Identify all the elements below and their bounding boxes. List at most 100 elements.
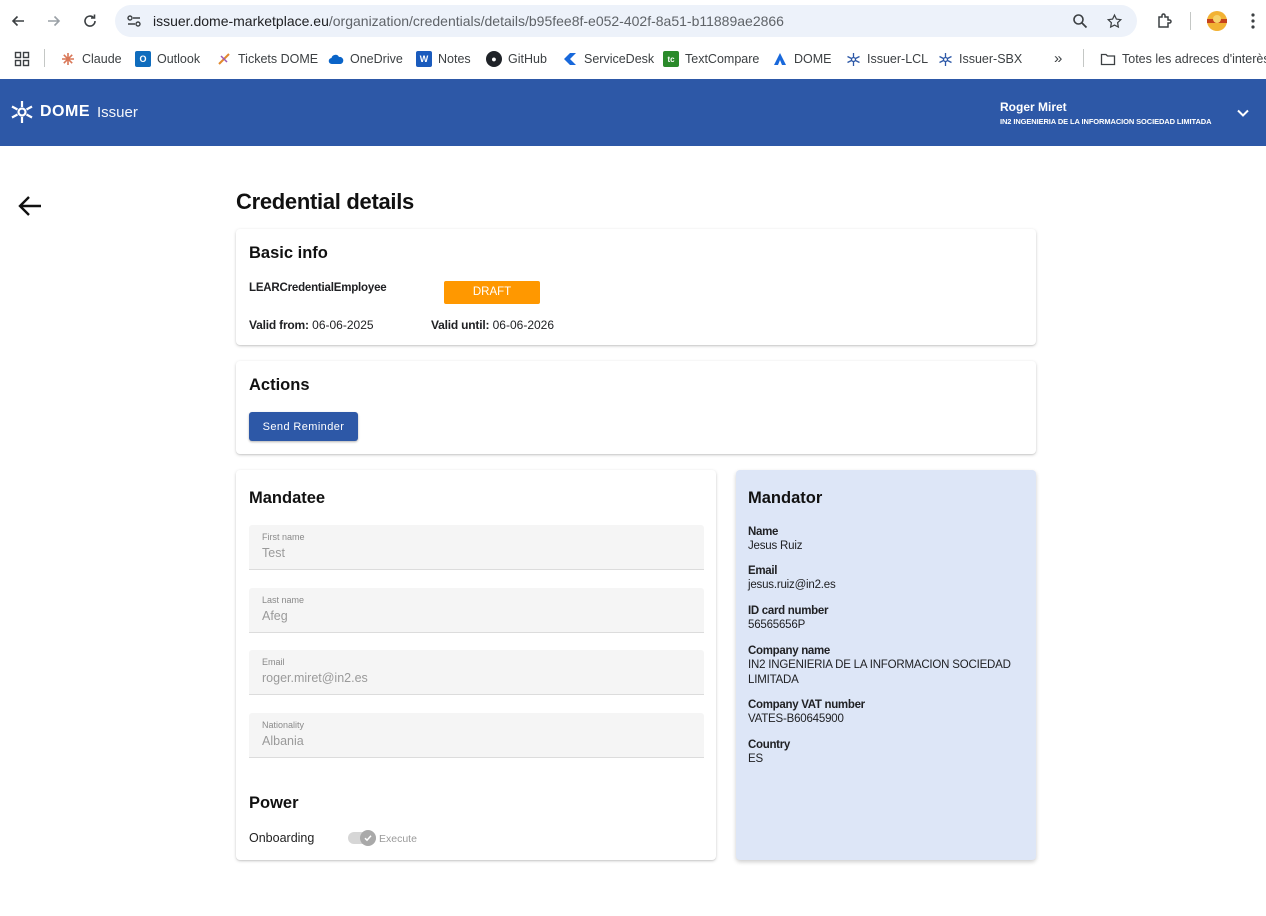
chevron-down-icon[interactable] bbox=[1236, 105, 1250, 123]
back-nav-icon[interactable] bbox=[6, 9, 30, 33]
bookmark-textcompare[interactable]: tc TextCompare bbox=[663, 50, 759, 68]
email-field[interactable]: Email roger.miret@in2.es bbox=[249, 650, 704, 695]
execute-toggle[interactable] bbox=[348, 830, 376, 846]
folder-icon bbox=[1100, 51, 1116, 67]
textcompare-icon: tc bbox=[663, 51, 679, 67]
user-name: Roger Miret bbox=[1000, 100, 1067, 114]
field-label: First name bbox=[262, 532, 305, 542]
user-organization: IN2 INGENIERIA DE LA INFORMACION SOCIEDA… bbox=[1000, 117, 1212, 126]
browser-toolbar: issuer.dome-marketplace.eu/organization/… bbox=[0, 0, 1266, 42]
address-bar[interactable]: issuer.dome-marketplace.eu/organization/… bbox=[115, 5, 1137, 37]
site-settings-icon[interactable] bbox=[125, 12, 143, 35]
extensions-icon[interactable] bbox=[1153, 9, 1177, 33]
valid-from: Valid from: 06-06-2025 bbox=[249, 318, 374, 332]
send-reminder-button[interactable]: Send Reminder bbox=[249, 412, 358, 441]
field-label: Last name bbox=[262, 595, 305, 605]
servicedesk-icon bbox=[562, 51, 578, 67]
more-bookmarks-button[interactable]: » bbox=[1054, 49, 1062, 67]
forward-nav-icon[interactable] bbox=[42, 9, 66, 33]
tickets-icon bbox=[216, 51, 232, 67]
bookmark-issuer-lcl[interactable]: Issuer-LCL bbox=[845, 50, 928, 68]
mandator-id-card: ID card number 56565656P bbox=[748, 605, 1028, 633]
bookmark-label: Notes bbox=[438, 52, 471, 66]
bookmarks-divider bbox=[1083, 49, 1084, 67]
valid-until: Valid until: 06-06-2026 bbox=[431, 318, 554, 332]
toggle-knob bbox=[360, 830, 376, 846]
mandator-item-value: Jesus Ruiz bbox=[748, 540, 803, 552]
field-value: roger.miret@in2.es bbox=[262, 671, 368, 685]
status-badge: DRAFT bbox=[444, 281, 540, 304]
mandator-item-label: ID card number bbox=[748, 605, 829, 617]
mandator-item-value: VATES-B60645900 bbox=[748, 713, 844, 725]
mandator-email: Email jesus.ruiz@in2.es bbox=[748, 565, 1028, 593]
valid-from-label: Valid from: bbox=[249, 318, 309, 332]
bookmark-claude[interactable]: Claude bbox=[60, 50, 122, 68]
bookmark-dome[interactable]: DOME bbox=[772, 50, 832, 68]
brand-name: DOME bbox=[40, 103, 90, 120]
mandator-item-value: 56565656P bbox=[748, 619, 806, 631]
word-icon: W bbox=[416, 51, 432, 67]
nationality-field[interactable]: Nationality Albania bbox=[249, 713, 704, 758]
valid-until-label: Valid until: bbox=[431, 318, 490, 332]
bookmarks-divider bbox=[44, 49, 45, 67]
app-header: DOME Issuer Roger Miret IN2 INGENIERIA D… bbox=[0, 79, 1266, 146]
bookmark-onedrive[interactable]: OneDrive bbox=[328, 50, 403, 68]
bookmark-github[interactable]: ● GitHub bbox=[486, 50, 547, 68]
field-value: Albania bbox=[262, 734, 304, 748]
actions-card: Actions Send Reminder bbox=[236, 361, 1036, 454]
last-name-field[interactable]: Last name Afeg bbox=[249, 588, 704, 633]
mandator-card: Mandator Name Jesus Ruiz Email jesus.rui… bbox=[736, 470, 1036, 860]
mandator-vat-number: Company VAT number VATES-B60645900 bbox=[748, 699, 1028, 727]
mandatee-card: Mandatee First name Test Last name Afeg … bbox=[236, 470, 716, 860]
outlook-icon: O bbox=[135, 51, 151, 67]
mandator-item-label: Company name bbox=[748, 645, 831, 657]
bookmark-notes[interactable]: W Notes bbox=[416, 50, 471, 68]
zoom-icon[interactable] bbox=[1071, 12, 1089, 30]
mandator-item-value: jesus.ruiz@in2.es bbox=[748, 579, 836, 591]
bookmark-label: Tickets DOME bbox=[238, 52, 319, 66]
mandator-item-value: IN2 INGENIERIA DE LA INFORMACION SOCIEDA… bbox=[748, 659, 1011, 686]
dome-logo[interactable]: DOME Issuer bbox=[9, 99, 138, 125]
issuer-icon bbox=[937, 51, 953, 67]
apps-grid-icon[interactable] bbox=[14, 50, 30, 68]
bookmark-servicedesk[interactable]: ServiceDesk bbox=[562, 50, 654, 68]
all-bookmarks-label: Totes les adreces d'interès bbox=[1122, 52, 1266, 66]
mandator-item-label: Country bbox=[748, 739, 790, 751]
all-bookmarks-folder[interactable]: Totes les adreces d'interès bbox=[1100, 50, 1266, 68]
profile-avatar[interactable] bbox=[1205, 9, 1229, 33]
toolbar-divider bbox=[1190, 12, 1191, 30]
mandator-company-name: Company name IN2 INGENIERIA DE LA INFORM… bbox=[748, 645, 1028, 688]
dome-icon bbox=[772, 51, 788, 67]
bookmark-tickets-dome[interactable]: Tickets DOME bbox=[216, 50, 318, 68]
user-menu[interactable]: Roger Miret IN2 INGENIERIA DE LA INFORMA… bbox=[1000, 100, 1212, 126]
bookmark-outlook[interactable]: O Outlook bbox=[135, 50, 200, 68]
claude-icon bbox=[60, 51, 76, 67]
valid-until-value: 06-06-2026 bbox=[492, 318, 555, 332]
bookmark-label: GitHub bbox=[508, 52, 547, 66]
dome-logo-icon bbox=[11, 101, 33, 123]
reload-icon[interactable] bbox=[78, 9, 102, 33]
back-arrow-icon[interactable] bbox=[16, 192, 44, 225]
browser-menu-icon[interactable] bbox=[1241, 9, 1265, 33]
first-name-field[interactable]: First name Test bbox=[249, 525, 704, 570]
bookmark-label: OneDrive bbox=[350, 52, 403, 66]
mandator-name: Name Jesus Ruiz bbox=[748, 526, 1028, 554]
page-title: Credential details bbox=[236, 189, 414, 214]
valid-from-value: 06-06-2025 bbox=[312, 318, 374, 332]
power-title: Power bbox=[249, 794, 299, 812]
bookmark-label: Outlook bbox=[157, 52, 201, 66]
github-icon: ● bbox=[486, 51, 502, 67]
bookmark-star-icon[interactable] bbox=[1105, 12, 1123, 30]
onedrive-icon bbox=[328, 51, 344, 67]
credential-type: LEARCredentialEmployee bbox=[249, 282, 387, 294]
field-label: Email bbox=[262, 657, 285, 667]
bookmark-issuer-sbx[interactable]: Issuer-SBX bbox=[937, 50, 1022, 68]
mandator-item-value: ES bbox=[748, 753, 763, 765]
basic-info-card: Basic info LEARCredentialEmployee DRAFT … bbox=[236, 229, 1036, 345]
mandator-country: Country ES bbox=[748, 739, 1028, 767]
actions-title: Actions bbox=[249, 376, 310, 394]
field-value: Test bbox=[262, 546, 285, 560]
power-onboarding-label: Onboarding bbox=[249, 831, 315, 845]
mandator-title: Mandator bbox=[748, 489, 823, 507]
bookmark-label: ServiceDesk bbox=[584, 52, 655, 66]
